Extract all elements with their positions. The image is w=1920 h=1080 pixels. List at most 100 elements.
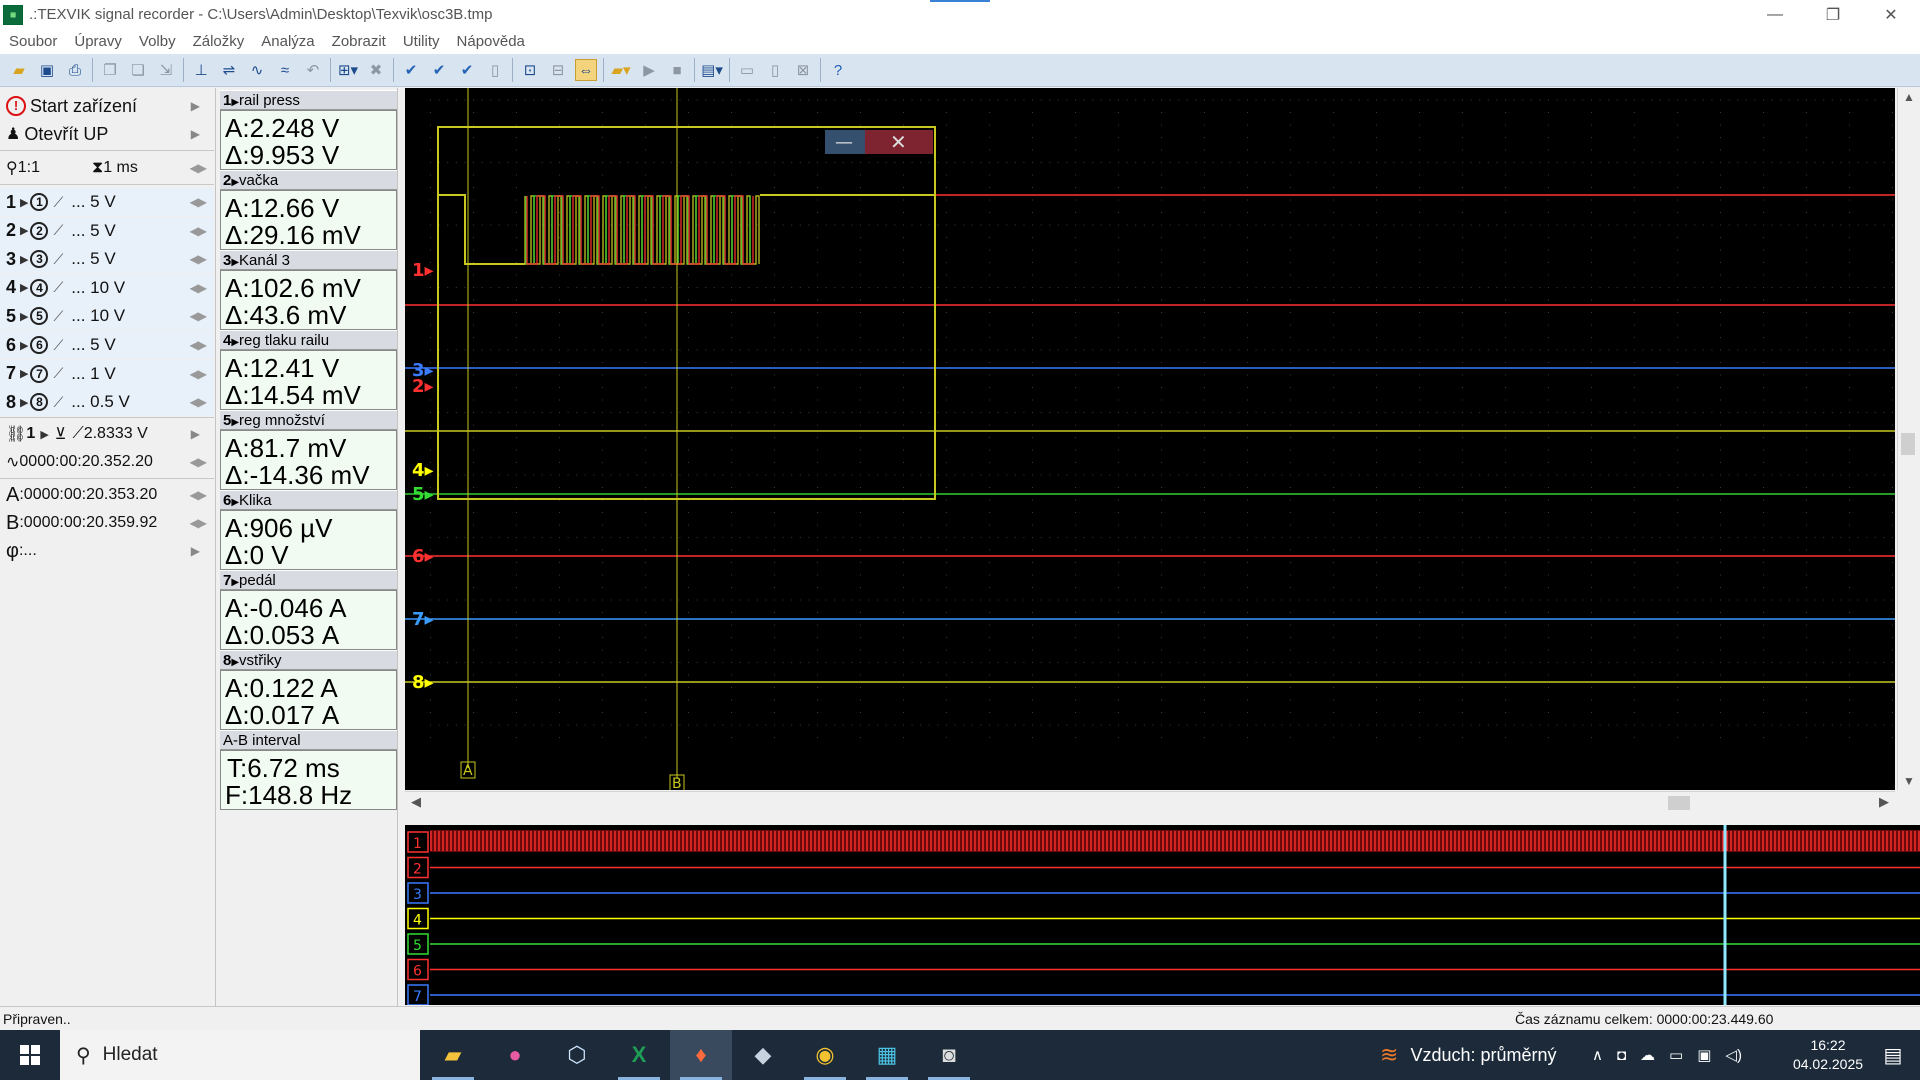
left-right-arrows-icon[interactable]: ◀▶	[190, 309, 207, 323]
scroll-up-icon[interactable]: ▲	[1903, 90, 1915, 104]
overview-canvas[interactable]: 1 2 3 4 5 6 7	[405, 825, 1920, 1005]
check-all-icon[interactable]: ✔	[428, 59, 450, 81]
export-icon[interactable]: ⇲	[155, 59, 177, 81]
close-button[interactable]: ✕	[1862, 0, 1920, 29]
left-right-arrows-icon[interactable]: ◀▶	[190, 224, 207, 238]
measurement-header-3[interactable]: 3▶Kanál 3	[220, 250, 397, 270]
minimize-button[interactable]: —	[1746, 0, 1804, 29]
windows-start-button[interactable]	[0, 1030, 60, 1080]
left-right-arrows-icon[interactable]: ◀▶	[190, 161, 207, 175]
left-right-arrows-icon[interactable]: ◀▶	[190, 488, 207, 502]
chrome-icon[interactable]: ◉	[794, 1030, 856, 1080]
trigger-time-row[interactable]: ∿ 0000:00:20.352.20 ◀▶	[0, 448, 214, 476]
chevron-up-icon[interactable]: ∧	[1592, 1046, 1603, 1064]
save-icon[interactable]: ▣	[36, 59, 58, 81]
measurement-header-1[interactable]: 1▶rail press	[220, 90, 397, 110]
scope-app-icon[interactable]: ▦	[856, 1030, 918, 1080]
left-right-arrows-icon[interactable]: ◀▶	[190, 338, 207, 352]
channel-row-5[interactable]: 5 ▶ 5 ⟋... 10 V ◀▶	[0, 302, 214, 331]
taskbar-search[interactable]: ⚲ Hledat	[60, 1030, 420, 1080]
volume-icon[interactable]: ◁)	[1725, 1046, 1742, 1064]
paste-icon[interactable]: ❏	[127, 59, 149, 81]
open-folder-icon[interactable]: ▰	[8, 59, 30, 81]
auto-scale-icon[interactable]: ⇔	[575, 59, 597, 81]
zoom-fit-icon[interactable]: ⊡	[519, 59, 541, 81]
image-icon[interactable]: ▭	[736, 59, 758, 81]
measurement-header-4[interactable]: 4▶reg tlaku railu	[220, 330, 397, 350]
zoom-region-icon[interactable]: ⊟	[547, 59, 569, 81]
cursor-a-row[interactable]: A: 0000:00:20.353.20 ◀▶	[0, 481, 214, 509]
tool-app-icon[interactable]: ◆	[732, 1030, 794, 1080]
scope-horizontal-scrollbar[interactable]: ◀ ▶	[405, 791, 1895, 813]
measurement-header-8[interactable]: 8▶vstřiky	[220, 650, 397, 670]
document-icon[interactable]: ▯	[764, 59, 786, 81]
page-icon[interactable]: ▯	[484, 59, 506, 81]
signal-icon[interactable]: ∿	[246, 59, 268, 81]
battery-icon[interactable]: ▭	[1669, 1046, 1683, 1064]
cursor-b-row[interactable]: B: 0000:00:20.359.92 ◀▶	[0, 509, 214, 537]
left-right-arrows-icon[interactable]: ◀▶	[190, 516, 207, 530]
3d-viewer-icon[interactable]: ⬡	[546, 1030, 608, 1080]
weather-widget[interactable]: ≋ Vzduch: průměrný	[1380, 1030, 1557, 1080]
check-down-icon[interactable]: ✔	[456, 59, 478, 81]
channel-row-6[interactable]: 6 ▶ 6 ⟋... 5 V ◀▶	[0, 331, 214, 359]
channel-row-3[interactable]: 3 ▶ 3 ⟋... 5 V ◀▶	[0, 245, 214, 274]
file-explorer-icon[interactable]: ▰	[422, 1030, 484, 1080]
measurement-header-2[interactable]: 2▶vačka	[220, 170, 397, 190]
cursor-icon[interactable]: ⇌	[218, 59, 240, 81]
copy-icon[interactable]: ❐	[99, 59, 121, 81]
channel-row-4[interactable]: 4 ▶ 4 ⟋... 10 V ◀▶	[0, 273, 214, 302]
display-dropdown-icon[interactable]: ▤▾	[701, 59, 723, 81]
left-right-arrows-icon[interactable]: ◀▶	[190, 395, 207, 409]
open-up-row[interactable]: ♟ Otevřít UP ▶	[0, 120, 214, 148]
scroll-thumb[interactable]	[1668, 796, 1690, 810]
network-icon[interactable]: ▣	[1697, 1046, 1711, 1064]
channel-row-7[interactable]: 7 ▶ 7 ⟋... 1 V ◀▶	[0, 359, 214, 388]
scroll-right-icon[interactable]: ▶	[1879, 794, 1889, 810]
trigger-icon[interactable]: ⊥	[190, 59, 212, 81]
menu-analyza[interactable]: Analýza	[252, 33, 322, 50]
oscilloscope-view[interactable]: ✕ — A B 1▸ 3▸ 2▸ 4▸ 5▸ 6▸ 7▸ 8▸	[405, 88, 1895, 790]
menu-zalozky[interactable]: Záložky	[184, 33, 253, 50]
menu-soubor[interactable]: Soubor	[0, 33, 65, 50]
left-right-arrows-icon[interactable]: ◀▶	[190, 367, 207, 381]
scroll-down-icon[interactable]: ▼	[1903, 774, 1915, 788]
left-right-arrows-icon[interactable]: ◀▶	[190, 281, 207, 295]
channel-row-1[interactable]: 1 ▶ 1 ⟋... 5 V ◀▶	[0, 188, 214, 216]
left-right-arrows-icon[interactable]: ◀▶	[190, 455, 207, 469]
analysis-dropdown-icon[interactable]: ⊞▾	[337, 59, 359, 81]
left-right-arrows-icon[interactable]: ◀▶	[190, 195, 207, 209]
trigger-row[interactable]: ⛓ 1 ▶ ⊻ ⟋ 2.8333 V ▶	[0, 420, 214, 448]
menu-napoveda[interactable]: Nápověda	[448, 33, 533, 50]
excel-icon[interactable]: X	[608, 1030, 670, 1080]
zoom-timebase-row[interactable]: ⚲ 1:1 ⧗ 1 ms ◀▶	[0, 154, 214, 182]
check-icon[interactable]: ✔	[400, 59, 422, 81]
delete-icon[interactable]: ✖	[365, 59, 387, 81]
measurement-header-7[interactable]: 7▶pedál	[220, 570, 397, 590]
left-right-arrows-icon[interactable]: ◀▶	[190, 252, 207, 266]
menu-utility[interactable]: Utility	[394, 33, 448, 50]
channel-row-8[interactable]: 8 ▶ 8 ⟋... 0.5 V ◀▶	[0, 388, 214, 417]
overview-strip[interactable]: 1 2 3 4 5 6 7	[405, 825, 1920, 1005]
scope-vertical-scrollbar[interactable]: ▲ ▼	[1897, 88, 1917, 790]
close-doc-icon[interactable]: ⊠	[792, 59, 814, 81]
play-icon[interactable]: ▶	[638, 59, 660, 81]
channel-row-2[interactable]: 2 ▶ 2 ⟋... 5 V ◀▶	[0, 216, 214, 245]
texvik-taskbar-icon[interactable]: ♦	[670, 1030, 732, 1080]
measurement-header-5[interactable]: 5▶reg množství	[220, 410, 397, 430]
notification-icon[interactable]: ▤	[1866, 1030, 1920, 1080]
scope-canvas[interactable]: ✕—AB1▸3▸2▸4▸5▸6▸7▸8▸	[405, 88, 1895, 790]
menu-zobrazit[interactable]: Zobrazit	[323, 33, 394, 50]
phi-row[interactable]: φ: ... ▶	[0, 537, 214, 565]
start-device-row[interactable]: ! Start zařízení ▶	[0, 92, 214, 120]
signal-alt-icon[interactable]: ≈	[274, 59, 296, 81]
cloud-icon[interactable]: ☁	[1640, 1046, 1655, 1064]
measurement-header-6[interactable]: 6▶Klika	[220, 490, 397, 510]
clock[interactable]: 16:22 04.02.2025	[1788, 1036, 1868, 1074]
print-icon[interactable]: ⎙	[64, 59, 86, 81]
camera-app-icon[interactable]: ◙	[918, 1030, 980, 1080]
menu-volby[interactable]: Volby	[130, 33, 184, 50]
stop-icon[interactable]: ■	[666, 59, 688, 81]
folder-dropdown-icon[interactable]: ▰▾	[610, 59, 632, 81]
scroll-left-icon[interactable]: ◀	[411, 794, 421, 810]
